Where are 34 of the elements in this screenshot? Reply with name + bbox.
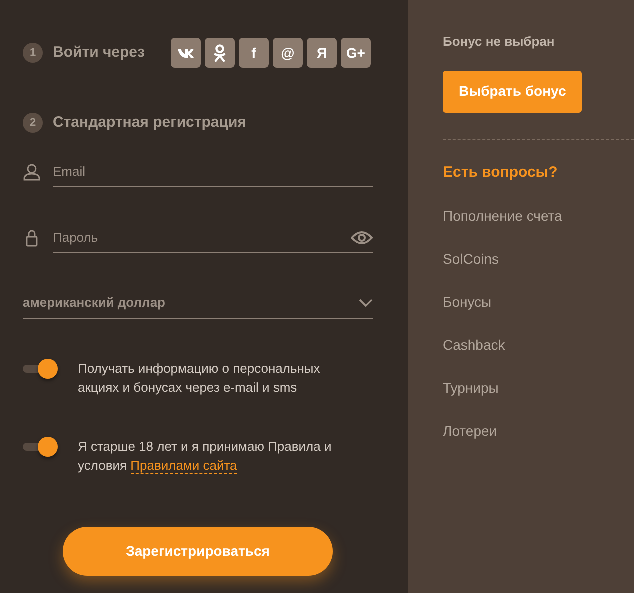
help-title: Есть вопросы?	[443, 162, 559, 182]
help-link[interactable]: Пополнение счета	[443, 206, 634, 227]
step-title: Войти через	[53, 42, 145, 63]
help-link[interactable]: Бонусы	[443, 292, 634, 313]
toggle-switch[interactable]	[23, 358, 59, 378]
consent-text: Получать информацию о персональных акциях и бонусах через e-mail и sms	[78, 360, 322, 396]
social-login-button[interactable]: @	[272, 38, 303, 68]
help-link[interactable]: Турниры	[443, 378, 634, 399]
social-login-button[interactable]	[170, 38, 201, 68]
social-login-button[interactable]: f	[238, 38, 269, 68]
chevron-down-icon	[359, 298, 373, 308]
currency-value: американский доллар	[23, 294, 166, 312]
user-icon	[23, 162, 41, 180]
bonus-status: Бонус не выбран	[443, 33, 556, 51]
help-link[interactable]: SolCoins	[443, 249, 634, 270]
ok-logo-icon	[214, 44, 226, 62]
social-login-button[interactable]	[204, 38, 235, 68]
vk-logo-icon	[176, 48, 195, 58]
help-link[interactable]: Лотереи	[443, 421, 634, 442]
email-field[interactable]: Email	[53, 156, 373, 186]
toggle-switch[interactable]	[23, 436, 59, 456]
register-button[interactable]: Зарегистрироваться	[63, 526, 333, 576]
consent-text: Я старше 18 лет и я принимаю Правила и условия Правилами сайта	[78, 438, 333, 474]
currency-select[interactable]: американский доллар	[23, 288, 373, 318]
social-login-button[interactable]: Я	[306, 38, 337, 68]
password-field[interactable]: Пароль	[53, 222, 373, 252]
choose-bonus-button[interactable]: Выбрать бонус	[443, 70, 582, 112]
social-login-button[interactable]: G+	[340, 38, 371, 68]
step-title: Стандартная регистрация	[53, 113, 246, 133]
eye-icon[interactable]	[351, 230, 373, 244]
help-link[interactable]: Cashback	[443, 335, 634, 356]
rules-link[interactable]: Правилами сайта	[130, 458, 238, 474]
step-number: 1	[23, 43, 43, 63]
step-number: 2	[23, 113, 43, 134]
